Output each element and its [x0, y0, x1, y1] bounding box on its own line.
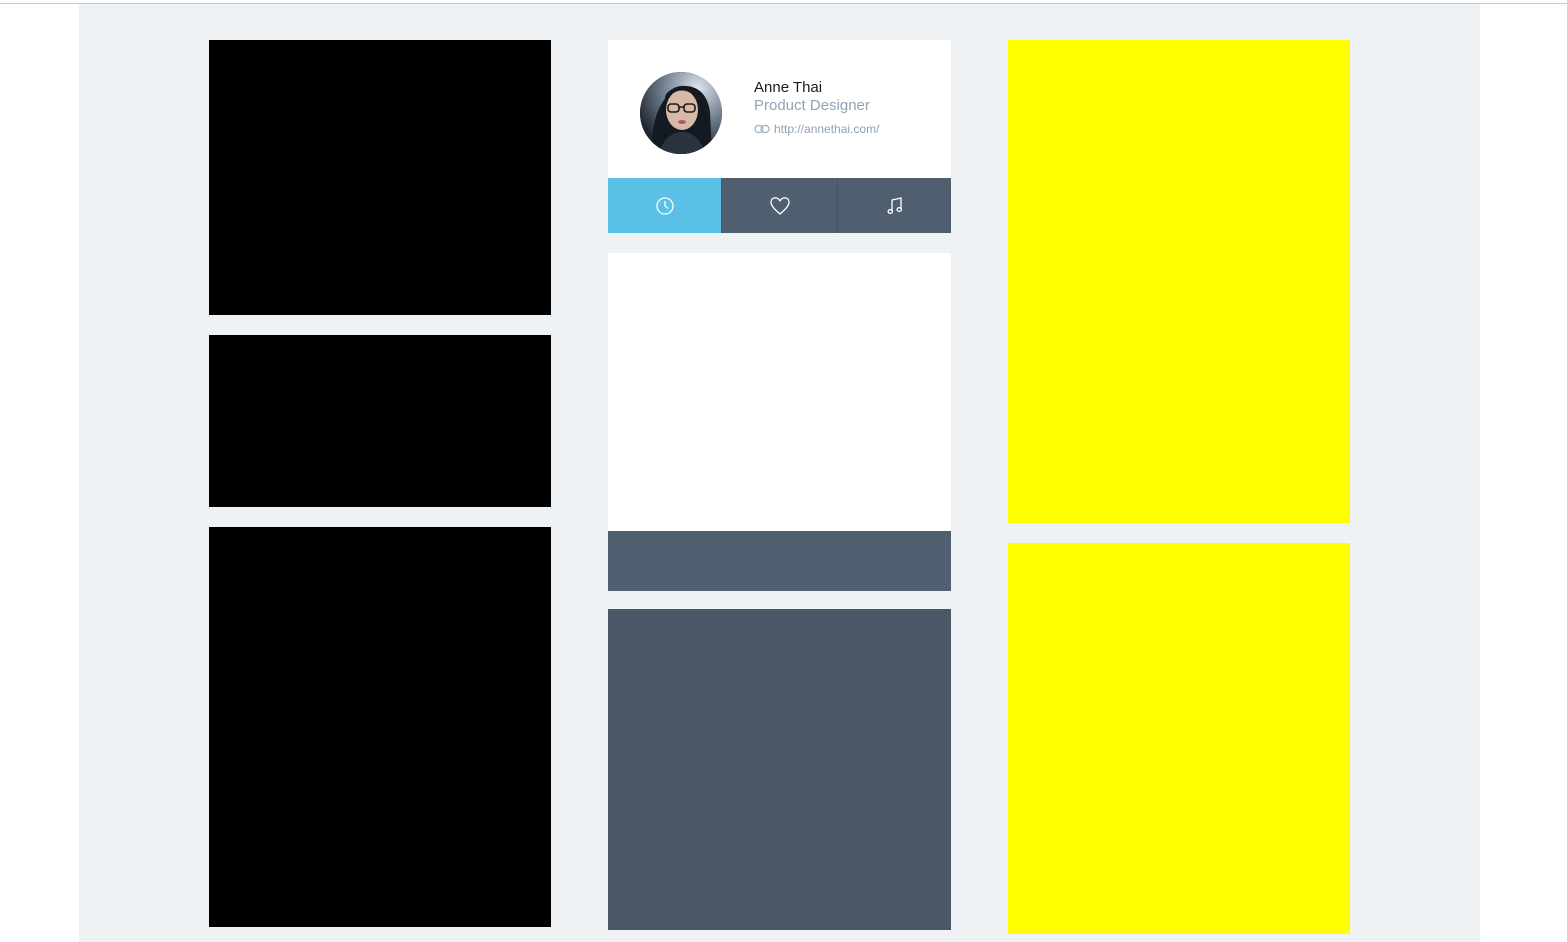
- tile-yellow-1[interactable]: [1008, 40, 1350, 523]
- tab-music[interactable]: [837, 178, 951, 233]
- heart-icon: [769, 196, 790, 215]
- tab-favorites[interactable]: [721, 178, 837, 233]
- website-link[interactable]: http://annethai.com/: [774, 122, 879, 136]
- tile-black-2[interactable]: [209, 335, 551, 507]
- clock-icon: [655, 196, 674, 215]
- content-card-dark[interactable]: [608, 609, 951, 930]
- avatar-photo: [640, 72, 722, 154]
- profile-info: Anne Thai Product Designer http://anneth…: [754, 79, 879, 136]
- music-note-icon: [886, 196, 902, 214]
- website-row[interactable]: http://annethai.com/: [754, 122, 879, 136]
- profile-tabs: [608, 178, 951, 233]
- avatar[interactable]: [640, 72, 722, 154]
- tile-yellow-2[interactable]: [1008, 543, 1350, 934]
- profile-title: Product Designer: [754, 97, 870, 114]
- content-card-footer: [608, 531, 951, 591]
- tab-activity[interactable]: [608, 178, 721, 233]
- content-card-white[interactable]: [608, 253, 951, 531]
- profile-name: Anne Thai: [754, 79, 823, 96]
- profile-card: Anne Thai Product Designer http://anneth…: [608, 40, 951, 233]
- link-icon: [754, 124, 770, 134]
- tile-black-3[interactable]: [209, 527, 551, 927]
- tile-black-1[interactable]: [209, 40, 551, 315]
